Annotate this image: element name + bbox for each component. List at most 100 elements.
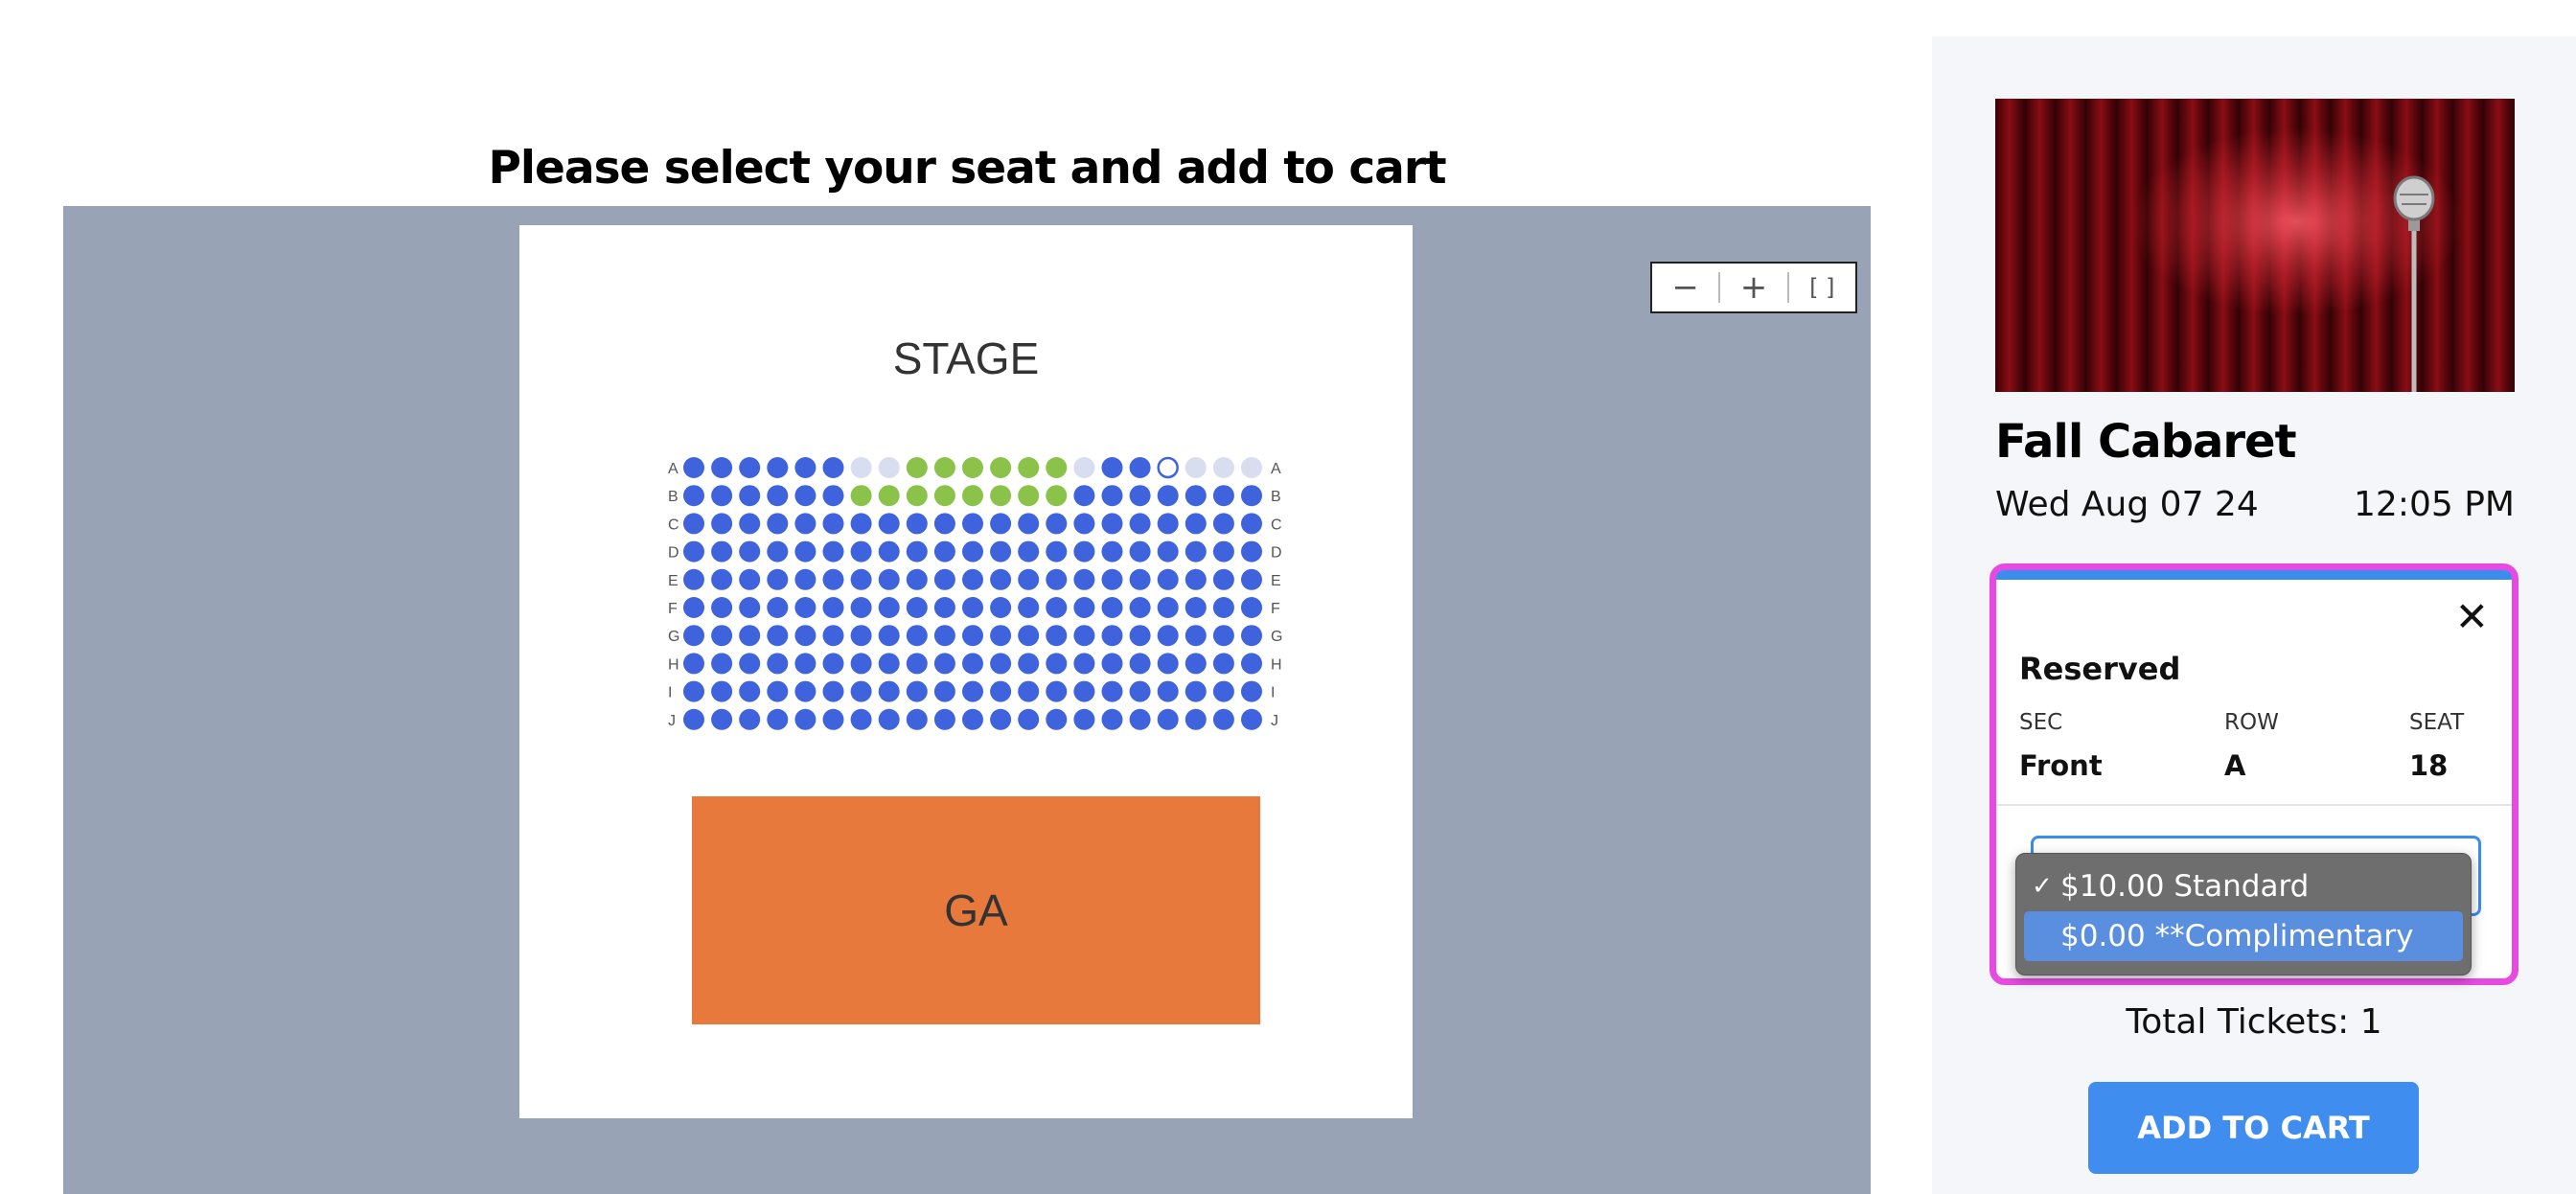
seat-C1[interactable] [683, 513, 704, 535]
seat-A2[interactable] [711, 457, 733, 478]
seat-D4[interactable] [767, 540, 789, 563]
seat-B4[interactable] [767, 485, 789, 507]
seat-H2[interactable] [711, 653, 733, 675]
seat-E18[interactable] [1157, 568, 1179, 590]
zoom-out-button[interactable]: − [1652, 264, 1718, 311]
seat-D7[interactable] [850, 540, 872, 563]
seat-A21[interactable] [1241, 457, 1262, 478]
seat-J18[interactable] [1157, 708, 1179, 730]
seat-A8[interactable] [878, 457, 900, 478]
seat-C16[interactable] [1101, 513, 1123, 535]
seat-D21[interactable] [1241, 540, 1262, 563]
seat-A18[interactable] [1157, 456, 1179, 479]
seat-A9[interactable] [906, 457, 928, 478]
seat-I17[interactable] [1129, 680, 1151, 702]
seat-F10[interactable] [933, 597, 955, 618]
seat-J2[interactable] [711, 708, 733, 730]
seat-B12[interactable] [990, 485, 1012, 507]
seat-J19[interactable] [1184, 708, 1207, 730]
price-option-standard[interactable]: ✓ $10.00 Standard [2024, 861, 2463, 911]
fit-to-screen-button[interactable]: [ ] [1789, 264, 1855, 311]
seat-E19[interactable] [1184, 568, 1207, 590]
seat-E21[interactable] [1241, 568, 1262, 590]
seat-A10[interactable] [933, 457, 955, 478]
seat-J4[interactable] [767, 708, 789, 730]
seat-G3[interactable] [739, 625, 761, 647]
seat-E10[interactable] [933, 568, 955, 590]
seat-B19[interactable] [1184, 485, 1207, 507]
seat-F12[interactable] [990, 597, 1012, 618]
seat-G9[interactable] [906, 625, 928, 647]
seat-C2[interactable] [711, 513, 733, 535]
seat-G4[interactable] [767, 625, 789, 647]
ga-section[interactable]: GA [692, 796, 1260, 1024]
seat-F18[interactable] [1157, 597, 1179, 618]
zoom-in-button[interactable]: + [1720, 264, 1786, 311]
seat-C19[interactable] [1184, 513, 1207, 535]
seat-F11[interactable] [962, 597, 983, 618]
seat-A19[interactable] [1184, 457, 1207, 478]
seat-F13[interactable] [1018, 597, 1040, 618]
seat-I4[interactable] [767, 680, 789, 702]
seat-B9[interactable] [906, 485, 928, 507]
seat-J9[interactable] [906, 708, 928, 730]
seat-D13[interactable] [1018, 540, 1040, 563]
seat-J1[interactable] [683, 708, 704, 730]
seat-F7[interactable] [850, 597, 872, 618]
seat-C10[interactable] [933, 513, 955, 535]
seat-D8[interactable] [878, 540, 900, 563]
seat-H8[interactable] [878, 653, 900, 675]
seat-G15[interactable] [1073, 625, 1095, 647]
seat-D12[interactable] [990, 540, 1012, 563]
seat-E12[interactable] [990, 568, 1012, 590]
seat-J20[interactable] [1212, 708, 1234, 730]
seat-I20[interactable] [1212, 680, 1234, 702]
seat-G19[interactable] [1184, 625, 1207, 647]
seat-G18[interactable] [1157, 625, 1179, 647]
seat-B5[interactable] [794, 485, 816, 507]
seat-D14[interactable] [1046, 540, 1068, 563]
seat-C18[interactable] [1157, 513, 1179, 535]
seat-F3[interactable] [739, 597, 761, 618]
close-icon[interactable]: ✕ [2455, 597, 2489, 637]
seat-G21[interactable] [1241, 625, 1262, 647]
seat-J12[interactable] [990, 708, 1012, 730]
seat-I1[interactable] [683, 680, 704, 702]
seat-B1[interactable] [683, 485, 704, 507]
seat-D16[interactable] [1101, 540, 1123, 563]
seat-C12[interactable] [990, 513, 1012, 535]
seat-D10[interactable] [933, 540, 955, 563]
seat-G13[interactable] [1018, 625, 1040, 647]
seat-H16[interactable] [1101, 653, 1123, 675]
seat-E4[interactable] [767, 568, 789, 590]
seat-F19[interactable] [1184, 597, 1207, 618]
seat-F14[interactable] [1046, 597, 1068, 618]
seat-D6[interactable] [822, 540, 844, 563]
seat-H3[interactable] [739, 653, 761, 675]
seat-J15[interactable] [1073, 708, 1095, 730]
seat-J14[interactable] [1046, 708, 1068, 730]
seat-E5[interactable] [794, 568, 816, 590]
seat-D17[interactable] [1129, 540, 1151, 563]
seat-I8[interactable] [878, 680, 900, 702]
seat-C15[interactable] [1073, 513, 1095, 535]
seat-B6[interactable] [822, 485, 844, 507]
seat-E6[interactable] [822, 568, 844, 590]
seat-D20[interactable] [1212, 540, 1234, 563]
seat-H9[interactable] [906, 653, 928, 675]
seat-A20[interactable] [1212, 457, 1234, 478]
seat-F2[interactable] [711, 597, 733, 618]
seat-C5[interactable] [794, 513, 816, 535]
seat-I15[interactable] [1073, 680, 1095, 702]
seat-I10[interactable] [933, 680, 955, 702]
seat-F5[interactable] [794, 597, 816, 618]
seat-H21[interactable] [1241, 653, 1262, 675]
seat-H5[interactable] [794, 653, 816, 675]
seat-C13[interactable] [1018, 513, 1040, 535]
seat-C4[interactable] [767, 513, 789, 535]
seat-A5[interactable] [794, 457, 816, 478]
seat-I2[interactable] [711, 680, 733, 702]
seat-J11[interactable] [962, 708, 983, 730]
seat-I21[interactable] [1241, 680, 1262, 702]
seat-B21[interactable] [1241, 485, 1262, 507]
